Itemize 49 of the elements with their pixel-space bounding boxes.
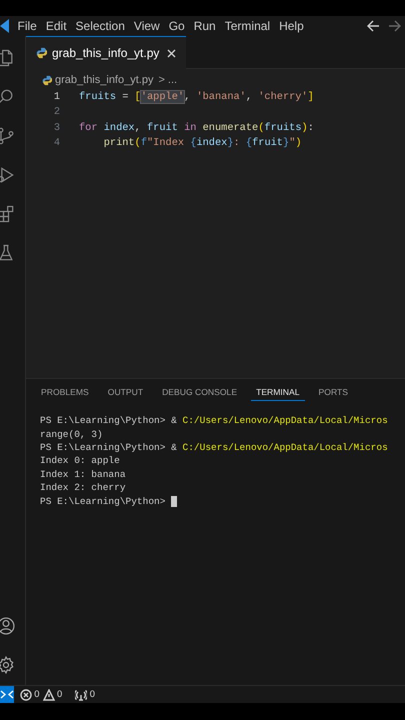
terminal-line: Index 0: apple: [40, 455, 120, 466]
menu-item[interactable]: Go: [164, 19, 190, 33]
terminal-line: range(0, 3): [40, 428, 103, 440]
breadcrumb-item[interactable]: grab_this_info_yt.py: [55, 74, 154, 86]
panel-tab[interactable]: OUTPUT: [102, 387, 148, 401]
run-debug-icon[interactable]: [0, 165, 16, 185]
breadcrumb-item[interactable]: ...: [168, 74, 178, 86]
menu-item[interactable]: View: [129, 19, 164, 33]
editor-tab[interactable]: grab_this_info_yt.py: [26, 36, 186, 69]
menu-item[interactable]: Terminal: [220, 19, 275, 33]
source-control-icon[interactable]: [0, 126, 16, 146]
app-logo-icon: [0, 19, 9, 33]
terminal-line: Index 2: cherry: [40, 482, 126, 494]
close-icon[interactable]: [167, 48, 176, 58]
status-item[interactable]: 0: [42, 688, 62, 700]
error-icon: [20, 688, 32, 700]
menu-item[interactable]: Edit: [41, 19, 72, 33]
panel-tab[interactable]: PORTS: [314, 387, 353, 401]
menu-item[interactable]: File: [13, 19, 42, 33]
line-number: 2: [52, 106, 61, 118]
terminal-line: PS E:\Learning\Python> & C:/Users/Lenovo/AppData/Local/Micros: [40, 442, 388, 453]
settings-icon[interactable]: [0, 655, 16, 675]
line-number: 3: [52, 122, 61, 134]
antenna-icon: [75, 688, 88, 700]
terminal-line: PS E:\Learning\Python> & C:/Users/Lenovo/AppData/Local/Micros: [40, 415, 388, 426]
code-line: fruits = ['apple', 'banana', 'cherry']: [79, 90, 314, 103]
status-item[interactable]: 0: [75, 688, 96, 700]
extensions-icon[interactable]: [0, 204, 16, 224]
menu-item[interactable]: Selection: [71, 19, 130, 33]
remote-icon[interactable]: [0, 686, 14, 703]
status-item[interactable]: 0: [20, 688, 40, 700]
line-number: 4: [52, 137, 61, 150]
breadcrumb-separator: >: [158, 74, 165, 86]
account-icon[interactable]: [0, 616, 16, 636]
menu-item[interactable]: Run: [189, 19, 220, 33]
back-arrow-icon[interactable]: [367, 20, 380, 32]
python-file-icon: [42, 74, 52, 86]
terminal-line: PS E:\Learning\Python>: [40, 496, 166, 507]
code-line: print(f"Index {index}: {fruit}"): [102, 137, 302, 150]
line-number: 1: [52, 90, 61, 103]
panel-tab[interactable]: TERMINAL: [251, 387, 305, 401]
warning-icon: [42, 688, 55, 700]
code-line: for index, fruit in enumerate(fruits):: [79, 122, 314, 134]
terminal-line: Index 1: banana: [40, 468, 126, 480]
panel-tab[interactable]: DEBUG CONSOLE: [157, 387, 242, 401]
menu-item[interactable]: Help: [274, 19, 308, 33]
python-file-icon: [36, 47, 47, 59]
panel-tab[interactable]: PROBLEMS: [36, 387, 94, 401]
forward-arrow-icon[interactable]: [388, 20, 401, 32]
